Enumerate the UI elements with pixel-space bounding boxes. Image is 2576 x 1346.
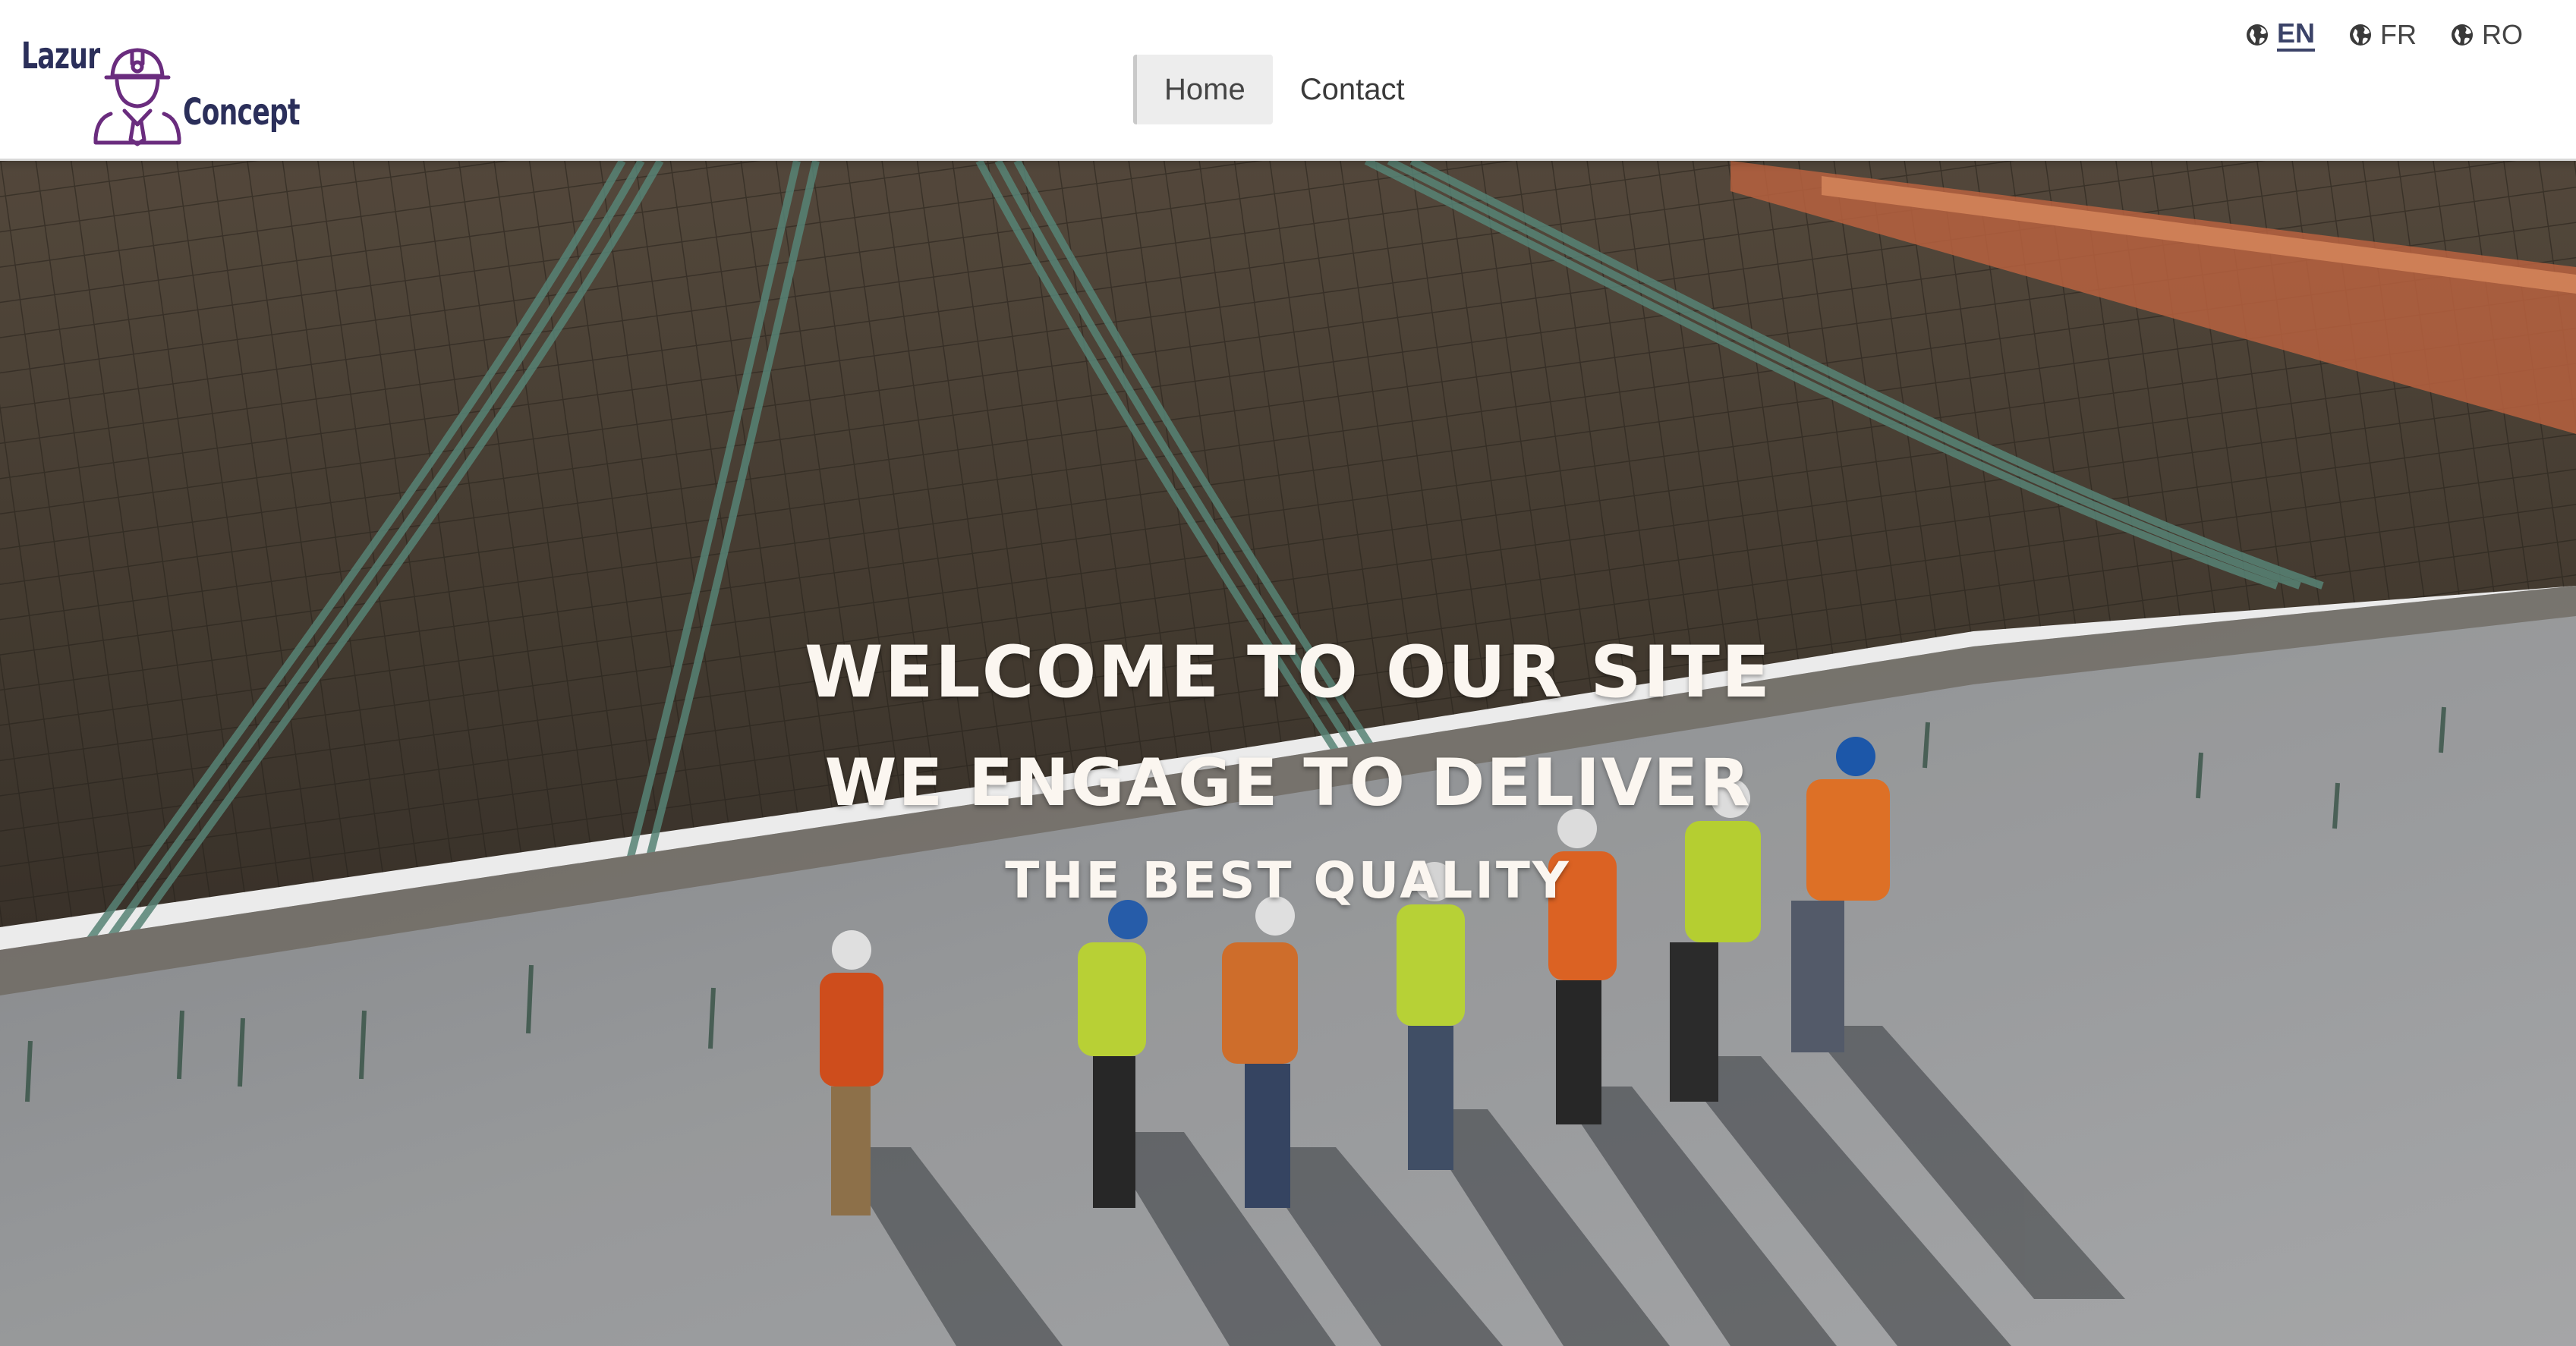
nav-item-contact[interactable]: Contact	[1273, 55, 1432, 124]
language-option-en[interactable]: EN	[2245, 18, 2315, 52]
main-nav: Home Contact	[1133, 55, 1432, 124]
nav-item-home[interactable]: Home	[1133, 55, 1273, 124]
globe-icon	[2350, 24, 2371, 46]
language-label: FR	[2380, 19, 2417, 50]
language-switcher: EN FR RO	[2245, 18, 2523, 52]
logo-word-bottom: Concept	[183, 91, 301, 134]
globe-icon	[2452, 24, 2473, 46]
construction-worker-icon	[93, 48, 181, 146]
language-label: EN	[2276, 18, 2315, 52]
language-option-fr[interactable]: FR	[2348, 19, 2417, 51]
site-logo[interactable]: Lazur Concept	[21, 30, 310, 152]
globe-icon	[2246, 24, 2268, 46]
nav-item-label: Contact	[1299, 72, 1405, 106]
nav-item-label: Home	[1164, 72, 1245, 106]
hero-tagline: THE BEST QUALITY	[1005, 851, 1571, 910]
hero-section: WELCOME TO OUR SITE WE ENGAGE TO DELIVER…	[0, 161, 2576, 1346]
hero-heading: WELCOME TO OUR SITE	[804, 631, 1772, 714]
language-label: RO	[2482, 19, 2523, 50]
hero-subheading: WE ENGAGE TO DELIVER	[824, 745, 1752, 821]
language-option-ro[interactable]: RO	[2450, 19, 2523, 51]
site-header: Lazur Concept Home Contact EN FR RO	[0, 0, 2576, 161]
